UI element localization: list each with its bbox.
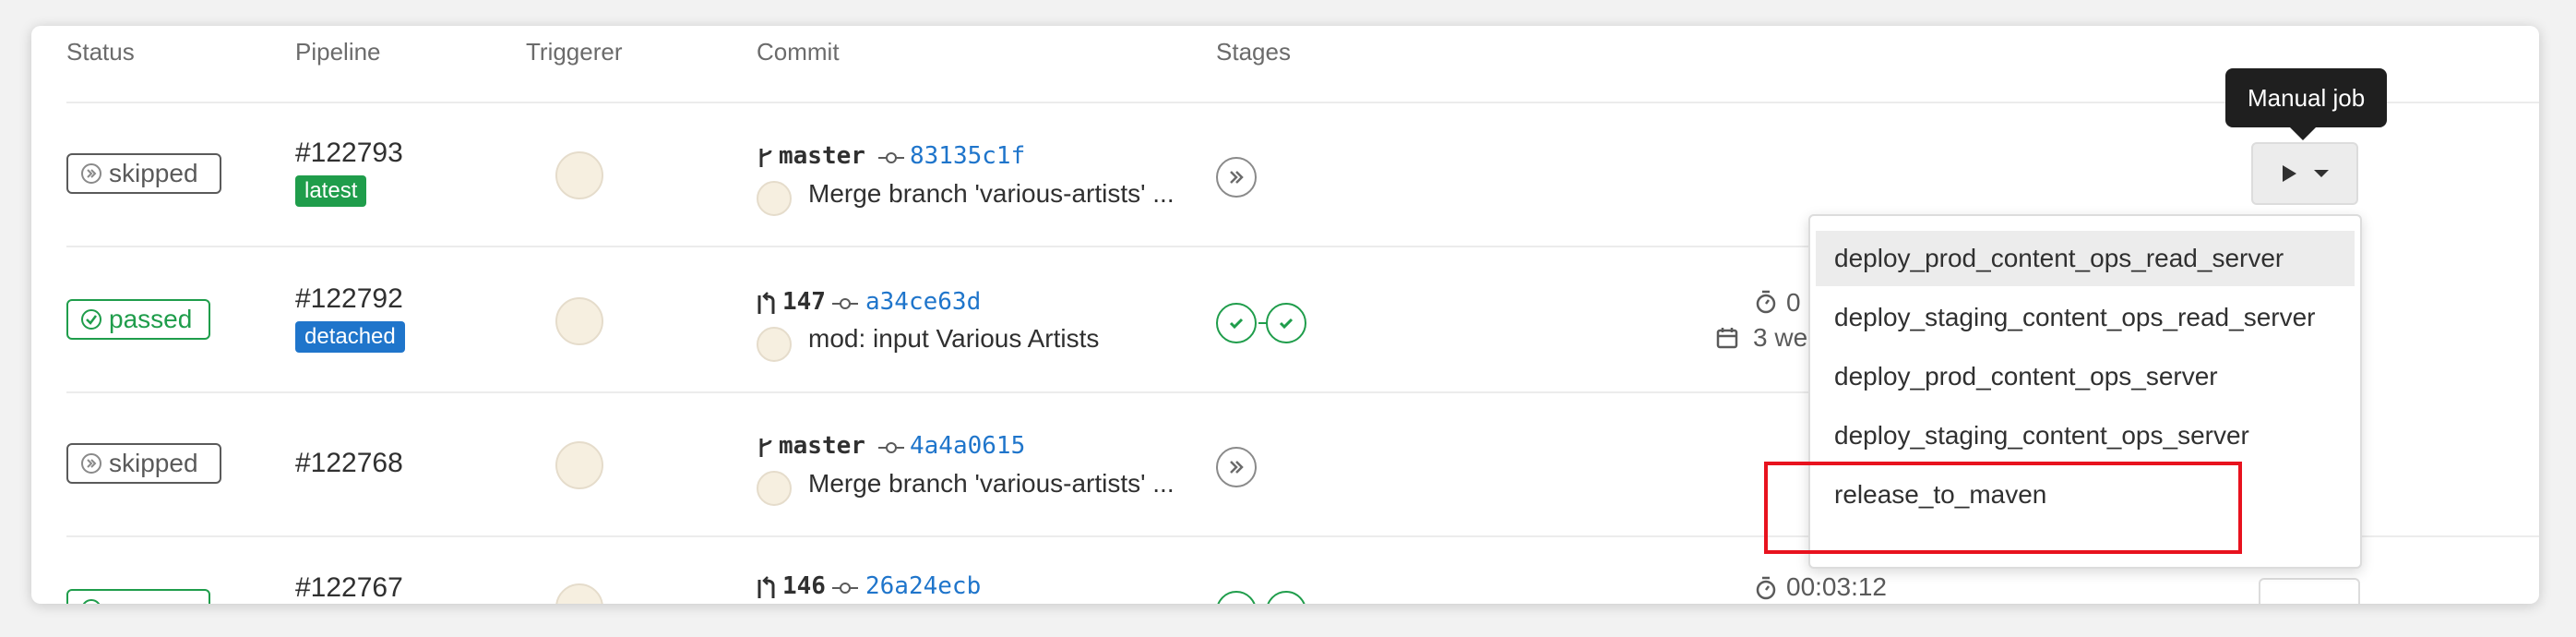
commit-icon — [878, 442, 904, 453]
check-circle-icon — [82, 599, 101, 604]
status-label: skipped — [109, 449, 198, 477]
pipelines-panel: Status Pipeline Triggerer Commit Stages … — [31, 26, 2539, 604]
branch-ref-link[interactable]: master — [779, 432, 865, 460]
commit-icon — [832, 298, 858, 309]
stage-passed[interactable] — [1266, 591, 1306, 604]
commit-sha-link[interactable]: 83135c1f — [910, 142, 1025, 170]
dropdown-item-deploy-prod-content-ops-server[interactable]: deploy_prod_content_ops_server — [1816, 349, 2355, 404]
duration: 00:03:12 — [1786, 572, 1887, 601]
commit-author-avatar — [757, 471, 792, 506]
avatar[interactable] — [555, 151, 603, 199]
manual-job-tooltip: Manual job — [2225, 68, 2388, 127]
check-icon — [1279, 318, 1294, 330]
avatar[interactable] — [555, 297, 603, 345]
tooltip-arrow — [2290, 127, 2316, 140]
skipped-stage-icon — [1230, 461, 1244, 474]
status-badge-skipped[interactable]: skipped — [66, 443, 221, 484]
commit-message-link[interactable]: Merge branch 'various-artists' ... — [808, 469, 1175, 499]
status-label: passed — [109, 305, 193, 333]
check-circle-icon — [81, 309, 101, 330]
pipeline-id-link[interactable]: #122792 — [295, 283, 403, 315]
commit-message-link[interactable]: Merge branch 'various-artists' ... — [808, 179, 1175, 209]
play-icon — [2283, 165, 2296, 182]
stage-passed[interactable] — [1216, 591, 1257, 604]
calendar-icon — [1716, 328, 1738, 349]
detached-tag: detached — [295, 321, 405, 353]
commit-sha-link[interactable]: 4a4a0615 — [910, 432, 1025, 460]
pipeline-id-link[interactable]: #122793 — [295, 138, 403, 169]
header-stages: Stages — [1216, 38, 1291, 66]
dropdown-item-deploy-staging-content-ops-server[interactable]: deploy_staging_content_ops_server — [1816, 408, 2355, 463]
divider — [66, 102, 2539, 103]
chevron-down-icon — [2314, 170, 2329, 177]
branch-ref-link[interactable]: master — [779, 142, 865, 170]
merge-request-ref-link[interactable]: 147 — [782, 288, 826, 316]
finished-time: 3 we — [1753, 323, 1808, 352]
check-icon — [1229, 318, 1244, 330]
skipped-stage-icon — [1230, 171, 1244, 184]
merge-request-icon — [757, 292, 775, 314]
merge-request-icon — [757, 576, 775, 598]
avatar[interactable] — [555, 583, 603, 604]
header-triggerer: Triggerer — [526, 38, 623, 66]
stage-passed[interactable] — [1216, 303, 1257, 343]
skipped-icon — [81, 453, 101, 474]
commit-icon — [832, 583, 858, 594]
branch-icon — [759, 149, 772, 167]
commit-sha-link[interactable]: 26a24ecb — [865, 572, 981, 600]
commit-author-avatar — [757, 181, 792, 216]
stage-skipped[interactable] — [1216, 447, 1257, 487]
manual-job-button[interactable] — [2259, 578, 2360, 604]
header-pipeline: Pipeline — [295, 38, 381, 66]
manual-job-dropdown-button[interactable] — [2251, 142, 2358, 205]
avatar[interactable] — [555, 441, 603, 489]
timer-icon — [1756, 576, 1776, 600]
dropdown-item-deploy-staging-content-ops-read-server[interactable]: deploy_staging_content_ops_read_server — [1816, 290, 2355, 345]
stage-passed[interactable] — [1266, 303, 1306, 343]
status-label: skipped — [109, 159, 198, 187]
status-badge-passed[interactable]: passed — [66, 299, 210, 340]
status-badge-passed[interactable] — [66, 589, 210, 604]
status-badge-skipped[interactable]: skipped — [66, 153, 221, 194]
commit-icon — [878, 152, 904, 163]
highlight-box — [1764, 462, 2242, 554]
branch-icon — [759, 439, 772, 457]
skipped-icon — [81, 163, 101, 184]
header-status: Status — [66, 38, 135, 66]
merge-request-ref-link[interactable]: 146 — [782, 572, 826, 600]
header-commit: Commit — [757, 38, 840, 66]
latest-tag: latest — [295, 175, 367, 207]
timer-icon — [1756, 290, 1776, 314]
pipeline-id-link[interactable]: #122767 — [295, 572, 403, 604]
dropdown-item-deploy-prod-content-ops-read-server[interactable]: deploy_prod_content_ops_read_server — [1816, 231, 2355, 286]
duration: 0 — [1786, 288, 1801, 317]
stage-skipped[interactable] — [1216, 157, 1257, 198]
commit-message-link[interactable]: mod: input Various Artists — [808, 324, 1099, 354]
pipeline-id-link[interactable]: #122768 — [295, 448, 403, 479]
commit-author-avatar — [757, 327, 792, 362]
commit-sha-link[interactable]: a34ce63d — [865, 288, 981, 316]
